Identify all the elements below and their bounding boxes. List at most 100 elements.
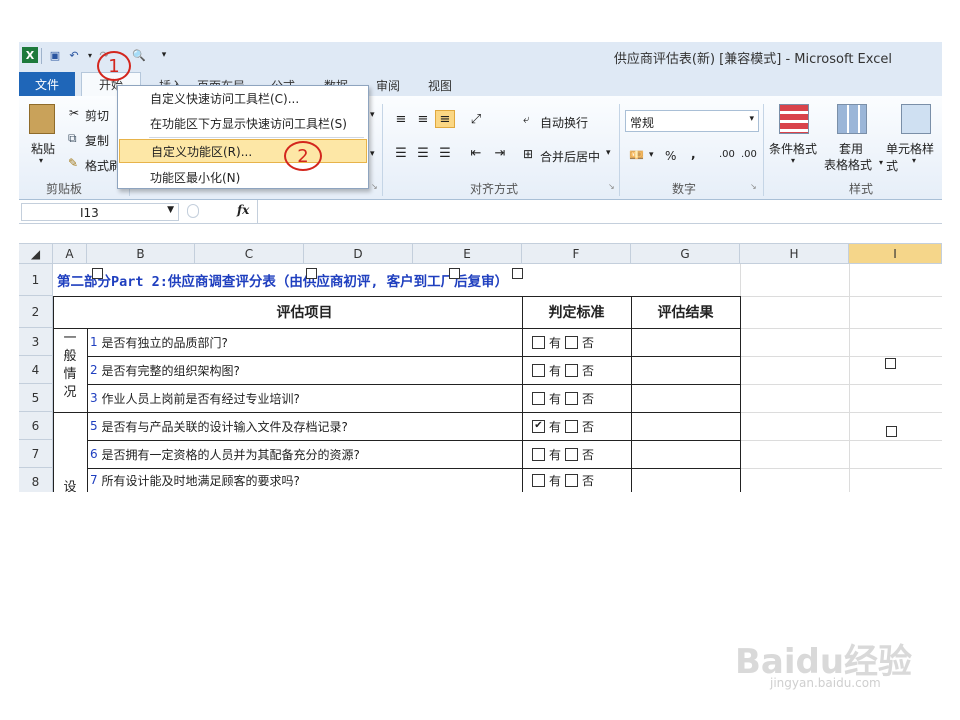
accounting-dropdown-icon[interactable]: ▾ xyxy=(649,150,654,160)
conditional-dropdown-icon[interactable]: ▾ xyxy=(791,156,795,165)
merge-dropdown-icon[interactable]: ▾ xyxy=(606,148,611,158)
format-painter-button[interactable]: 格式刷 xyxy=(85,157,121,174)
row-header[interactable]: 7 xyxy=(19,440,53,468)
number-format-value: 常规 xyxy=(630,116,655,130)
merge-center-icon[interactable]: ⊞ xyxy=(523,147,533,161)
align-left-icon[interactable]: ☰ xyxy=(391,144,411,162)
gridline xyxy=(740,328,942,329)
name-box[interactable]: I13 ▼ xyxy=(21,203,179,221)
align-center-icon[interactable]: ☰ xyxy=(413,144,433,162)
stray-checkbox[interactable] xyxy=(886,426,897,437)
column-header[interactable]: D xyxy=(304,244,413,264)
column-header[interactable]: A xyxy=(53,244,87,264)
conditional-format-icon[interactable] xyxy=(779,104,809,134)
cut-button[interactable]: 剪切 xyxy=(85,107,109,124)
cell-styles-dropdown-icon[interactable]: ▾ xyxy=(912,156,916,165)
row-header[interactable]: 3 xyxy=(19,328,53,356)
gridline xyxy=(740,440,942,441)
column-header[interactable]: F xyxy=(522,244,631,264)
font-size-dropdown-icon[interactable]: ▾ xyxy=(370,110,375,120)
copy-icon[interactable]: ⧉ xyxy=(68,131,77,146)
column-header[interactable]: B xyxy=(87,244,195,264)
align-right-icon[interactable]: ☰ xyxy=(435,144,455,162)
checkbox-yes[interactable] xyxy=(532,473,545,487)
select-all-corner[interactable]: ◢ xyxy=(19,244,53,264)
stray-checkbox[interactable] xyxy=(885,358,896,369)
checkbox-yes[interactable] xyxy=(532,391,545,405)
checkbox-yes[interactable] xyxy=(532,363,545,377)
menu-item-customize-qat[interactable]: 自定义快速访问工具栏(C)... xyxy=(119,86,367,110)
expand-formula-icon[interactable] xyxy=(187,204,199,218)
checkbox-overlay[interactable] xyxy=(449,268,460,279)
group-label-styles: 样式 xyxy=(848,182,873,196)
paste-icon[interactable] xyxy=(29,104,55,134)
menu-item-customize-ribbon[interactable]: 自定义功能区(R)... xyxy=(119,139,367,163)
checkbox-yes[interactable] xyxy=(532,335,545,349)
item-text: 所有设计能及时地满足顾客的要求吗? xyxy=(101,473,300,488)
column-header[interactable]: C xyxy=(195,244,304,264)
format-as-table-line2[interactable]: 表格格式 xyxy=(824,156,872,173)
menu-item-show-below-ribbon[interactable]: 在功能区下方显示快速访问工具栏(S) xyxy=(119,111,367,135)
row-header[interactable]: 2 xyxy=(19,296,53,328)
tab-view[interactable]: 视图 xyxy=(428,74,452,96)
row-header[interactable]: 1 xyxy=(19,264,53,296)
checkbox-yes[interactable] xyxy=(532,447,545,461)
increase-decimal-button[interactable]: .00 xyxy=(719,149,735,160)
checkbox-no[interactable] xyxy=(565,473,579,487)
tab-review[interactable]: 审阅 xyxy=(376,74,400,96)
checkbox-no[interactable] xyxy=(565,419,579,433)
increase-indent-icon[interactable]: ⇥ xyxy=(490,144,510,162)
row-header[interactable]: 8 xyxy=(19,468,53,492)
merge-center-button[interactable]: 合并后居中 xyxy=(540,148,600,165)
decrease-indent-icon[interactable]: ⇤ xyxy=(466,144,486,162)
formula-input[interactable] xyxy=(261,203,941,221)
tab-file[interactable]: 文件 xyxy=(19,72,75,96)
checkbox-overlay[interactable] xyxy=(512,268,523,279)
align-middle-icon[interactable]: ≡ xyxy=(413,110,433,128)
orientation-icon[interactable]: ⤢ xyxy=(466,110,486,128)
cell-styles-icon[interactable] xyxy=(901,104,931,134)
alignment-dialog-launcher-icon[interactable]: ↘ xyxy=(608,182,615,191)
cut-icon[interactable]: ✂ xyxy=(69,106,79,120)
format-painter-icon[interactable]: ✎ xyxy=(68,156,78,170)
column-header[interactable]: G xyxy=(631,244,740,264)
table-dropdown-icon[interactable]: ▾ xyxy=(879,158,883,167)
conditional-format-button[interactable]: 条件格式 xyxy=(769,140,817,157)
menu-item-minimize-ribbon[interactable]: 功能区最小化(N) xyxy=(119,165,367,189)
decrease-decimal-button[interactable]: .00 xyxy=(741,149,757,160)
checkbox-no[interactable] xyxy=(565,447,579,461)
fx-icon[interactable]: fx xyxy=(237,203,249,217)
font-color-dropdown-icon[interactable]: ▾ xyxy=(370,149,375,159)
checkbox-no[interactable] xyxy=(565,363,579,377)
row-header[interactable]: 6 xyxy=(19,412,53,440)
paste-button[interactable]: 粘贴 xyxy=(31,140,55,157)
checkbox-overlay[interactable] xyxy=(92,268,103,279)
align-bottom-icon[interactable]: ≡ xyxy=(435,110,455,128)
format-as-table-line1[interactable]: 套用 xyxy=(839,140,863,157)
checkbox-yes-checked[interactable]: ✔ xyxy=(532,419,545,433)
number-dialog-launcher-icon[interactable]: ↘ xyxy=(750,182,757,191)
align-top-icon[interactable]: ≡ xyxy=(391,110,411,128)
column-header[interactable]: H xyxy=(740,244,849,264)
column-header[interactable]: E xyxy=(413,244,522,264)
checkbox-no[interactable] xyxy=(565,391,579,405)
checkbox-overlay[interactable] xyxy=(306,268,317,279)
paste-dropdown-icon[interactable]: ▾ xyxy=(39,156,43,165)
percent-style-button[interactable]: % xyxy=(665,149,676,163)
copy-button[interactable]: 复制 xyxy=(85,132,109,149)
format-as-table-icon[interactable] xyxy=(837,104,867,134)
row-header[interactable]: 4 xyxy=(19,356,53,384)
number-format-dropdown[interactable]: 常规 ▾ xyxy=(625,110,759,132)
worksheet-grid[interactable]: ◢ A B C D E F G H I 1 2 3 4 5 6 7 8 第二部分… xyxy=(19,244,942,492)
accounting-format-icon[interactable]: 💴 xyxy=(629,148,644,162)
item-text: 是否拥有一定资格的人员并为其配备充分的资源? xyxy=(101,447,360,462)
row-header[interactable]: 5 xyxy=(19,384,53,412)
wrap-text-icon[interactable]: ⤶ xyxy=(523,112,530,127)
wrap-text-button[interactable]: 自动换行 xyxy=(540,114,588,131)
comma-style-button[interactable]: , xyxy=(691,147,696,161)
font-dialog-launcher-icon[interactable]: ↘ xyxy=(371,182,378,191)
name-box-value: I13 xyxy=(80,206,99,220)
header-result: 评估结果 xyxy=(657,305,714,321)
column-header[interactable]: I xyxy=(849,244,942,264)
checkbox-no[interactable] xyxy=(565,335,579,349)
